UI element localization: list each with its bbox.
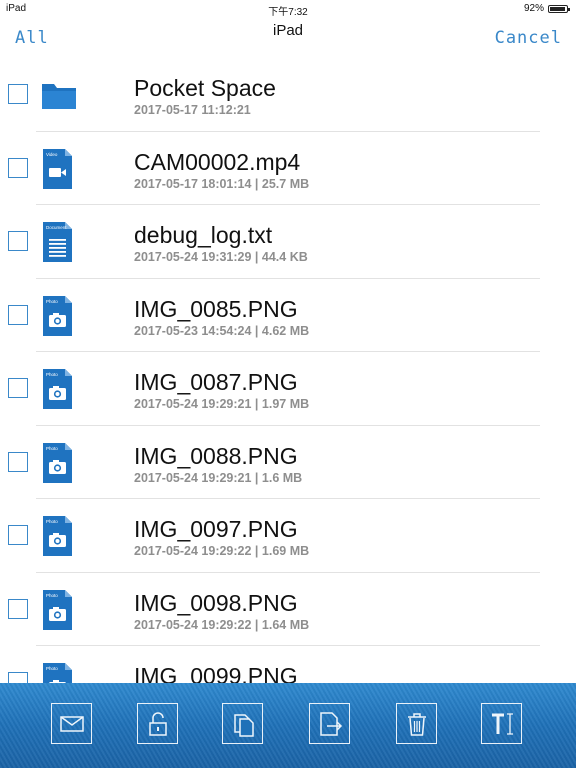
file-meta: 2017-05-24 19:29:21 | 1.97 MB: [134, 397, 310, 411]
battery-percent: 92%: [523, 3, 544, 14]
file-row[interactable]: Photo IMG_0099.PNG: [0, 646, 576, 683]
svg-text:Photo: Photo: [46, 666, 58, 671]
file-meta: 2017-05-23 14:54:24 | 4.62 MB: [134, 323, 310, 338]
file-name: IMG_0087.PNG: [134, 369, 298, 395]
file-name: IMG_0099.PNG: [134, 663, 298, 683]
file-row[interactable]: Photo IMG_0088.PNG 2017-05-24 19:29:21 | 1…: [0, 426, 576, 499]
file-meta: 2017-05-24 19:29:21 | 1.6 MB: [134, 470, 303, 485]
cancel-button[interactable]: Cancel: [495, 28, 562, 48]
photo-file-icon: Photo: [41, 662, 73, 683]
unlock-icon: [145, 711, 171, 737]
file-meta: 2017-05-17 11:12:21: [134, 103, 251, 117]
file-name: IMG_0088.PNG: [134, 442, 298, 469]
file-meta: 2017-05-24 19:31:29 | 44.4 KB: [134, 250, 308, 264]
select-checkbox[interactable]: [8, 672, 28, 683]
photo-file-icon: Photo: [41, 295, 73, 337]
select-checkbox[interactable]: [8, 157, 28, 178]
select-checkbox[interactable]: [8, 378, 28, 398]
file-meta: 2017-05-24 19:29:22 | 1.64 MB: [134, 617, 310, 632]
svg-text:Photo: Photo: [46, 299, 58, 304]
file-row[interactable]: Document debug_log.txt 2017-05-24 19:31:29…: [0, 205, 576, 279]
svg-text:Photo: Photo: [46, 593, 58, 598]
file-row[interactable]: Pocket Space 2017-05-17 11:12:21: [0, 58, 576, 132]
select-checkbox[interactable]: [8, 598, 28, 619]
file-name: IMG_0098.PNG: [134, 589, 298, 616]
file-row[interactable]: Video CAM00002.mp4 2017-05-17 18:01:14 | 2…: [0, 132, 576, 205]
file-name: IMG_0085.PNG: [134, 295, 298, 322]
rename-button[interactable]: [481, 703, 522, 744]
select-checkbox[interactable]: [8, 231, 28, 251]
svg-text:Photo: Photo: [46, 372, 58, 377]
photo-file-icon: Photo: [41, 368, 73, 410]
move-button[interactable]: [309, 703, 350, 744]
file-row[interactable]: Photo IMG_0097.PNG 2017-05-24 19:29:22 | 1…: [0, 499, 576, 573]
text-file-icon: Document: [41, 221, 73, 263]
select-checkbox[interactable]: [8, 525, 28, 545]
video-file-icon: Video: [41, 148, 73, 190]
copy-icon: [230, 711, 256, 737]
navigation-bar: All iPad Cancel: [0, 18, 576, 58]
envelope-icon: [59, 711, 85, 737]
svg-text:Photo: Photo: [46, 446, 58, 451]
battery-indicator: 92%: [523, 3, 570, 14]
unlock-button[interactable]: [137, 703, 178, 744]
file-meta: 2017-05-24 19:29:22 | 1.69 MB: [134, 544, 310, 558]
photo-file-icon: Photo: [41, 515, 73, 557]
file-row[interactable]: Photo IMG_0085.PNG 2017-05-23 14:54:24 | 4…: [0, 279, 576, 352]
file-row[interactable]: Photo IMG_0098.PNG 2017-05-24 19:29:22 | 1…: [0, 573, 576, 646]
rename-icon: [489, 711, 515, 737]
photo-file-icon: Photo: [41, 589, 73, 631]
svg-text:Video: Video: [46, 152, 58, 157]
status-bar: iPad 下午7:32 92%: [0, 0, 576, 18]
bottom-toolbar: [0, 683, 576, 768]
svg-text:Photo: Photo: [46, 519, 58, 524]
folder-icon: [41, 74, 76, 116]
page-title: iPad: [272, 22, 304, 39]
copy-button[interactable]: [222, 703, 263, 744]
move-icon: [317, 711, 343, 737]
select-checkbox[interactable]: [8, 304, 28, 325]
trash-icon: [404, 711, 430, 737]
select-checkbox[interactable]: [8, 451, 28, 472]
clock: 下午7:32: [268, 7, 308, 18]
delete-button[interactable]: [396, 703, 437, 744]
mail-button[interactable]: [51, 703, 92, 744]
photo-file-icon: Photo: [41, 442, 73, 484]
file-name: debug_log.txt: [134, 222, 273, 248]
file-name: CAM00002.mp4: [134, 148, 301, 175]
svg-text:Document: Document: [46, 225, 67, 230]
select-checkbox[interactable]: [8, 84, 28, 104]
file-row[interactable]: Photo IMG_0087.PNG 2017-05-24 19:29:21 | 1…: [0, 352, 576, 426]
file-name: IMG_0097.PNG: [134, 516, 298, 542]
battery-icon: [548, 4, 570, 13]
file-list: Pocket Space 2017-05-17 11:12:21 Video CAM0…: [0, 58, 576, 683]
file-name: Pocket Space: [134, 75, 276, 101]
file-meta: 2017-05-17 18:01:14 | 25.7 MB: [134, 176, 310, 191]
